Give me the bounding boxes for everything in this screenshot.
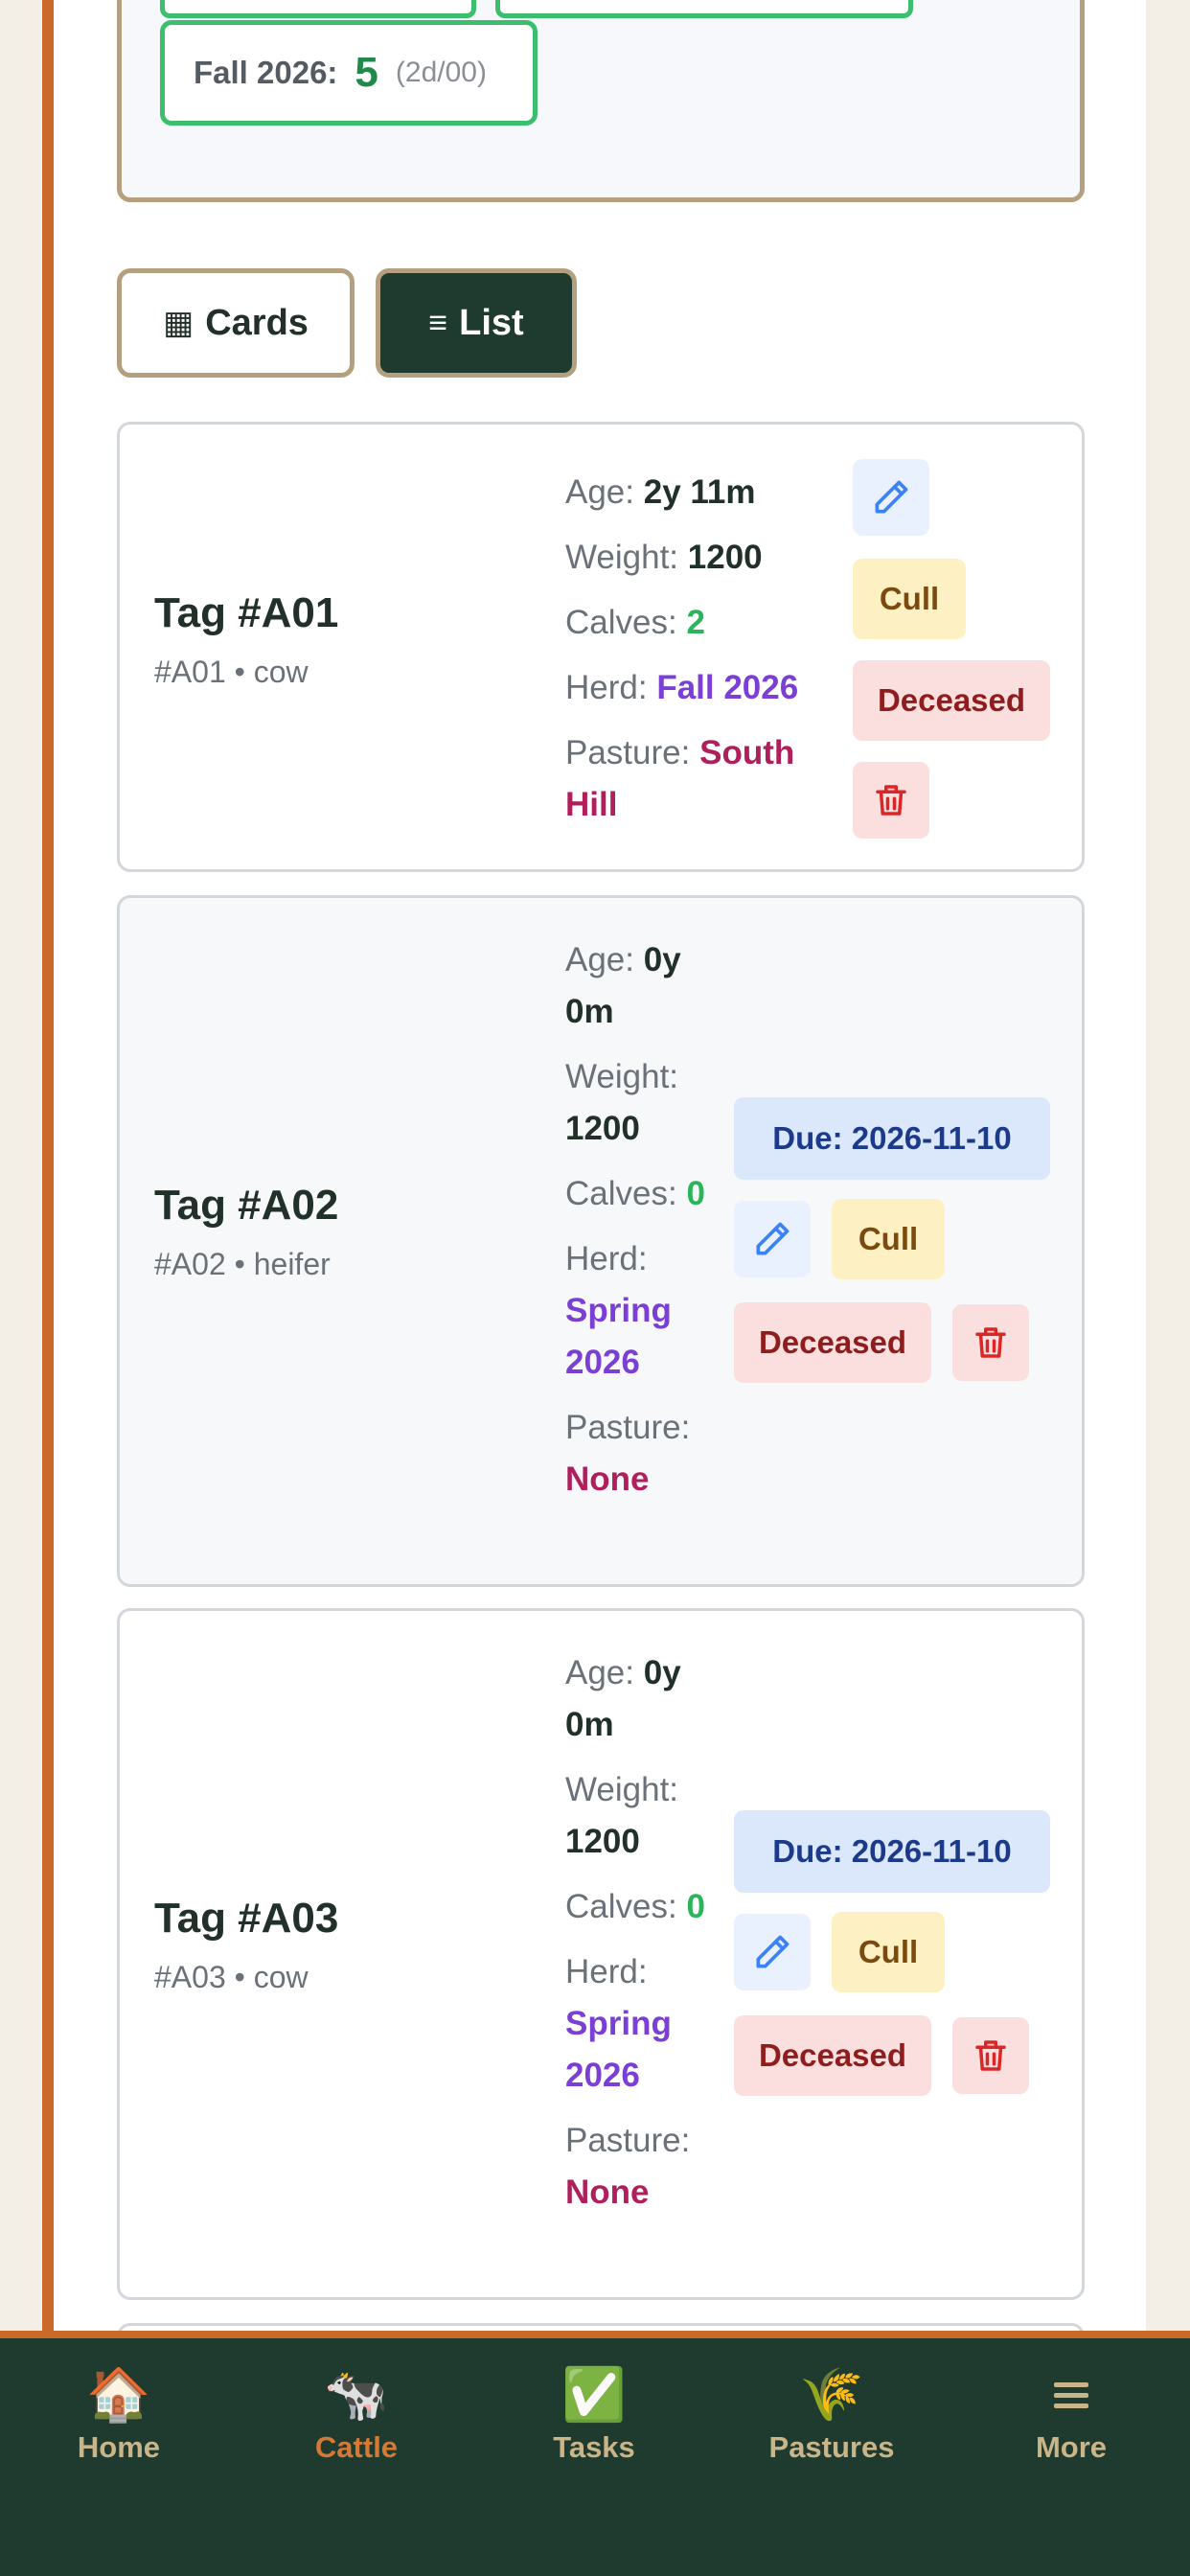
delete-button[interactable] [952, 1304, 1029, 1381]
calves-value: 0 [686, 1175, 705, 1212]
weight-value: 1200 [687, 539, 763, 576]
list-view-label: List [459, 302, 524, 343]
cow-icon: 🐄 [324, 2366, 389, 2424]
age-label: Age: [565, 473, 634, 511]
cattle-meta: #A02 • heifer [154, 1247, 331, 1281]
cull-button[interactable]: Cull [832, 1199, 945, 1279]
nav-cattle[interactable]: 🐄 Cattle [238, 2365, 475, 2465]
nav-tasks-label: Tasks [553, 2430, 635, 2464]
nav-home-label: Home [77, 2430, 161, 2464]
cattle-identity: Tag #A03 #A03 • cow [154, 1895, 338, 1995]
nav-cattle-label: Cattle [314, 2430, 399, 2464]
due-date-badge: Due: 2026-11-10 [734, 1810, 1050, 1893]
nav-home[interactable]: 🏠 Home [0, 2365, 238, 2465]
checkmark-icon: ✅ [561, 2366, 627, 2424]
pasture-value: None [565, 2174, 650, 2211]
pasture-value: None [565, 1460, 650, 1498]
menu-icon [1054, 2365, 1088, 2425]
cattle-tag: Tag #A02 [154, 1182, 339, 1229]
herd-chip-partial[interactable] [495, 0, 913, 18]
bottom-nav: 🏠 Home 🐄 Cattle ✅ Tasks 🌾 Pastures More [0, 2331, 1190, 2576]
pencil-icon [875, 480, 908, 514]
house-icon: 🏠 [86, 2366, 151, 2424]
weight-value: 1200 [565, 1823, 640, 1860]
herd-chip-partial[interactable] [160, 0, 476, 18]
cattle-meta: #A01 • cow [154, 655, 309, 689]
age-label: Age: [565, 1654, 634, 1691]
deceased-button[interactable]: Deceased [853, 660, 1050, 741]
pasture-label: Pasture: [565, 1409, 691, 1446]
calves-value: 0 [686, 1888, 705, 1925]
weight-label: Weight: [565, 1058, 679, 1095]
herd-value: Spring 2026 [565, 1292, 672, 1381]
nav-more-label: More [1035, 2430, 1108, 2464]
cattle-card[interactable]: Tag #A01 #A01 • cow Age: 2y 11m Weight: … [117, 422, 1085, 872]
herd-value: Spring 2026 [565, 2005, 672, 2094]
weight-label: Weight: [565, 539, 679, 576]
cattle-info: Age: 2y 11m Weight: 1200 Calves: 2 Herd:… [565, 467, 814, 844]
calves-label: Calves: [565, 1888, 677, 1925]
nav-pastures-label: Pastures [768, 2430, 895, 2464]
nav-more[interactable]: More [952, 2365, 1190, 2465]
cattle-tag: Tag #A01 [154, 589, 339, 636]
weight-value: 1200 [565, 1110, 640, 1147]
delete-button[interactable] [952, 2017, 1029, 2094]
right-margin [1146, 0, 1190, 2338]
herd-chip-subtext: (2d/00) [395, 57, 487, 88]
age-label: Age: [565, 941, 634, 978]
edit-button[interactable] [734, 1914, 811, 1990]
accent-border [42, 0, 54, 2338]
pencil-icon [756, 1935, 790, 1968]
cull-button[interactable]: Cull [832, 1912, 945, 1992]
cattle-identity: Tag #A01 #A01 • cow [154, 589, 338, 690]
cattle-card[interactable]: Tag #A03 #A03 • cow Age: 0y 0m Weight: 1… [117, 1608, 1085, 2300]
calves-label: Calves: [565, 604, 677, 641]
herd-chip-fall-2026[interactable]: Fall 2026: 5 (2d/00) [160, 20, 538, 126]
deceased-button[interactable]: Deceased [734, 1302, 931, 1383]
calves-value: 2 [686, 604, 705, 641]
herd-chip-label: Fall 2026: [194, 55, 338, 90]
trash-icon [876, 785, 906, 816]
cattle-info: Age: 0y 0m Weight: 1200 Calves: 0 Herd: … [565, 934, 709, 1519]
trash-icon [975, 2040, 1006, 2071]
herd-value: Fall 2026 [656, 669, 799, 706]
herd-chip-count: 5 [355, 49, 378, 96]
cattle-tag: Tag #A03 [154, 1895, 339, 1942]
due-date-badge: Due: 2026-11-10 [734, 1097, 1050, 1180]
pasture-label: Pasture: [565, 734, 691, 771]
herd-label: Herd: [565, 669, 648, 706]
nav-tasks[interactable]: ✅ Tasks [475, 2365, 713, 2465]
cull-button[interactable]: Cull [853, 559, 966, 639]
cattle-card[interactable]: Tag #A02 #A02 • heifer Age: 0y 0m Weight… [117, 895, 1085, 1587]
list-view-button[interactable]: ≡ List [376, 268, 577, 378]
age-value: 2y 11m [643, 473, 756, 511]
cattle-info: Age: 0y 0m Weight: 1200 Calves: 0 Herd: … [565, 1647, 709, 2232]
grid-icon: ▦ [163, 305, 195, 341]
herd-label: Herd: [565, 1953, 648, 1990]
herd-label: Herd: [565, 1240, 648, 1277]
pasture-label: Pasture: [565, 2122, 691, 2159]
weight-label: Weight: [565, 1771, 679, 1808]
left-margin [0, 0, 42, 2338]
delete-button[interactable] [853, 762, 929, 839]
cattle-meta: #A03 • cow [154, 1960, 309, 1994]
cattle-identity: Tag #A02 #A02 • heifer [154, 1182, 338, 1282]
nav-pastures[interactable]: 🌾 Pastures [713, 2365, 950, 2465]
deceased-button[interactable]: Deceased [734, 2015, 931, 2096]
calves-label: Calves: [565, 1175, 677, 1212]
edit-button[interactable] [734, 1201, 811, 1277]
cards-view-label: Cards [205, 302, 309, 343]
pencil-icon [756, 1222, 790, 1255]
list-icon: ≡ [428, 304, 448, 341]
grain-icon: 🌾 [799, 2366, 864, 2424]
herd-summary-box: Fall 2026: 5 (2d/00) [117, 0, 1085, 202]
cards-view-button[interactable]: ▦ Cards [117, 268, 355, 378]
trash-icon [975, 1327, 1006, 1358]
edit-button[interactable] [853, 459, 929, 536]
